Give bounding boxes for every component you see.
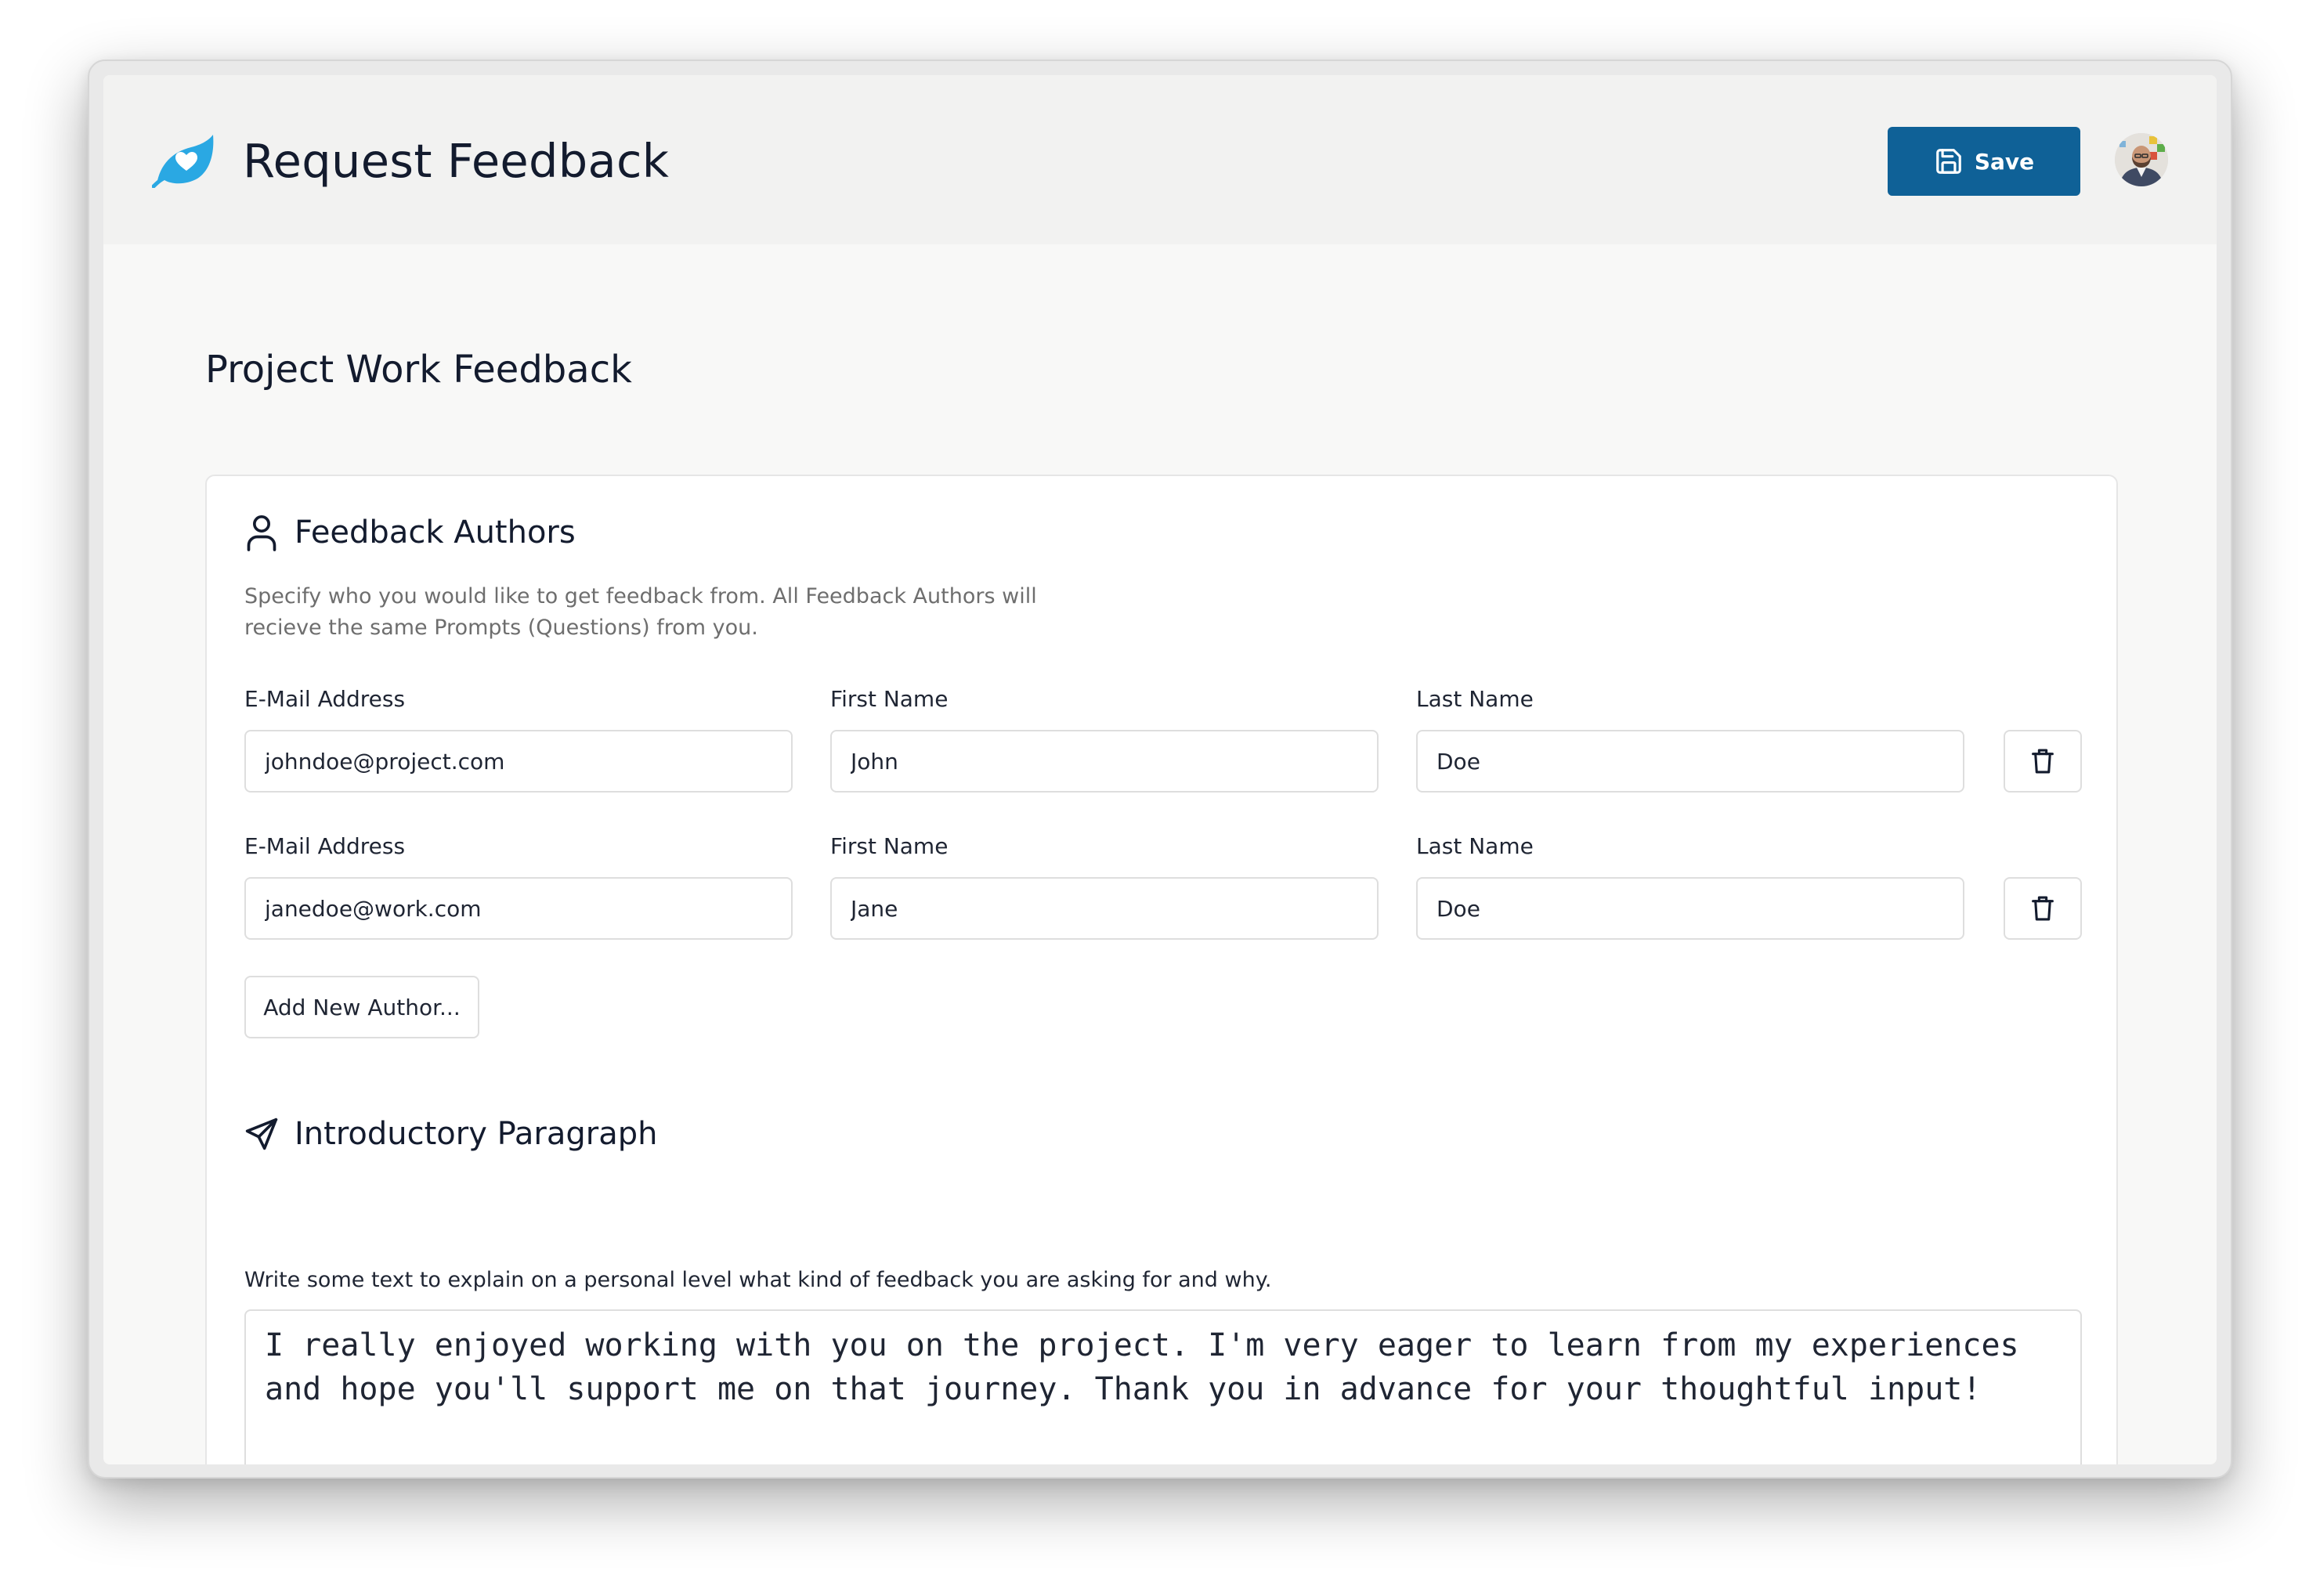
feedback-request-card: Feedback Authors Specify who you would l… [205, 475, 2118, 1464]
trash-icon [2032, 749, 2054, 774]
send-icon [245, 1118, 278, 1150]
app-container: Request Feedback Save Project Work Feedb… [103, 75, 2217, 1464]
delete-author-button[interactable] [2004, 877, 2082, 940]
intro-paragraph-textarea[interactable]: I really enjoyed working with you on the… [244, 1309, 2082, 1464]
intro-section-header: Introductory Paragraph [244, 1112, 657, 1156]
last-name-label: Last Name [1416, 833, 1534, 859]
avatar[interactable] [2115, 133, 2168, 186]
user-icon [247, 515, 276, 551]
email-label: E-Mail Address [244, 833, 406, 859]
add-author-button[interactable]: Add New Author... [244, 976, 479, 1038]
browser-window: Request Feedback Save Project Work Feedb… [88, 60, 2232, 1479]
intro-section-title: Introductory Paragraph [295, 1116, 658, 1152]
first-name-field[interactable] [830, 877, 1379, 940]
first-name-label: First Name [830, 686, 949, 712]
app-title: Request Feedback [243, 134, 670, 188]
user-portrait-icon [2115, 133, 2168, 186]
authors-section-header: Feedback Authors [244, 511, 576, 554]
save-button-label: Save [1974, 148, 2035, 175]
page-title: Project Work Feedback [205, 348, 632, 392]
leaf-heart-logo-icon [152, 135, 214, 188]
intro-help-text: Write some text to explain on a personal… [244, 1268, 1272, 1292]
trash-icon [2032, 896, 2054, 921]
last-name-label: Last Name [1416, 686, 1534, 712]
authors-help-text: Specify who you would like to get feedba… [244, 584, 1037, 640]
save-button[interactable]: Save [1888, 127, 2080, 196]
last-name-field[interactable] [1416, 730, 1964, 793]
email-label: E-Mail Address [244, 686, 406, 712]
app-header: Request Feedback Save [103, 75, 2217, 244]
email-field[interactable] [244, 877, 793, 940]
delete-author-button[interactable] [2004, 730, 2082, 793]
save-icon [1936, 149, 1961, 174]
first-name-field[interactable] [830, 730, 1379, 793]
last-name-field[interactable] [1416, 877, 1964, 940]
email-field[interactable] [244, 730, 793, 793]
first-name-label: First Name [830, 833, 949, 859]
authors-section-title: Feedback Authors [295, 515, 576, 551]
